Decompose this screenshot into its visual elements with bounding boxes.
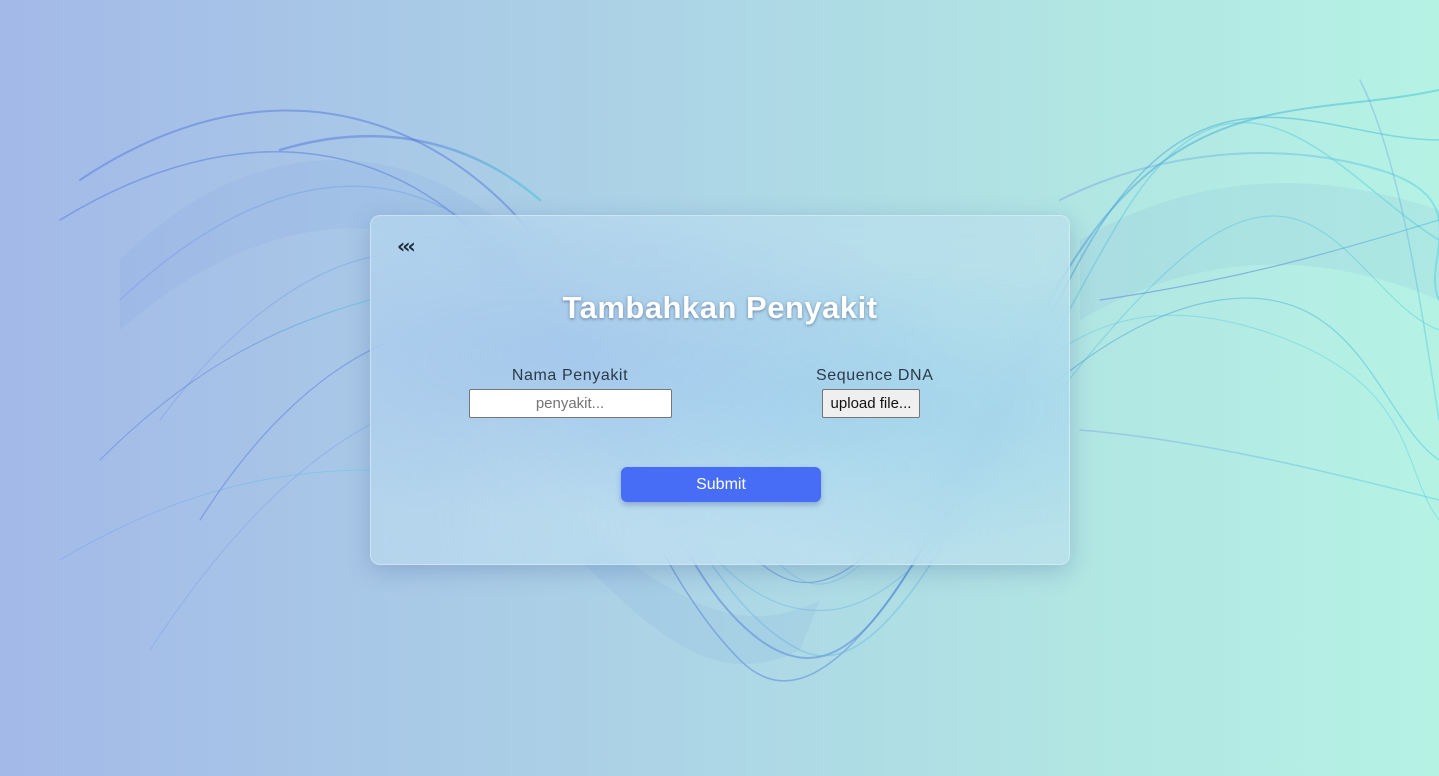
add-disease-card: ‹‹‹ Tambahkan Penyakit Nama Penyakit Seq… xyxy=(370,215,1070,565)
submit-button[interactable]: Submit xyxy=(621,467,821,502)
disease-name-field: Nama Penyakit xyxy=(468,367,672,418)
page-title: Tambahkan Penyakit xyxy=(562,290,878,325)
back-button[interactable]: ‹‹‹ xyxy=(397,234,416,258)
disease-name-input[interactable] xyxy=(468,389,672,418)
disease-name-label: Nama Penyakit xyxy=(511,367,629,384)
dna-sequence-field: Sequence DNA upload file... xyxy=(816,367,934,418)
upload-file-button[interactable]: upload file... xyxy=(821,389,921,418)
dna-sequence-label: Sequence DNA xyxy=(816,367,934,384)
